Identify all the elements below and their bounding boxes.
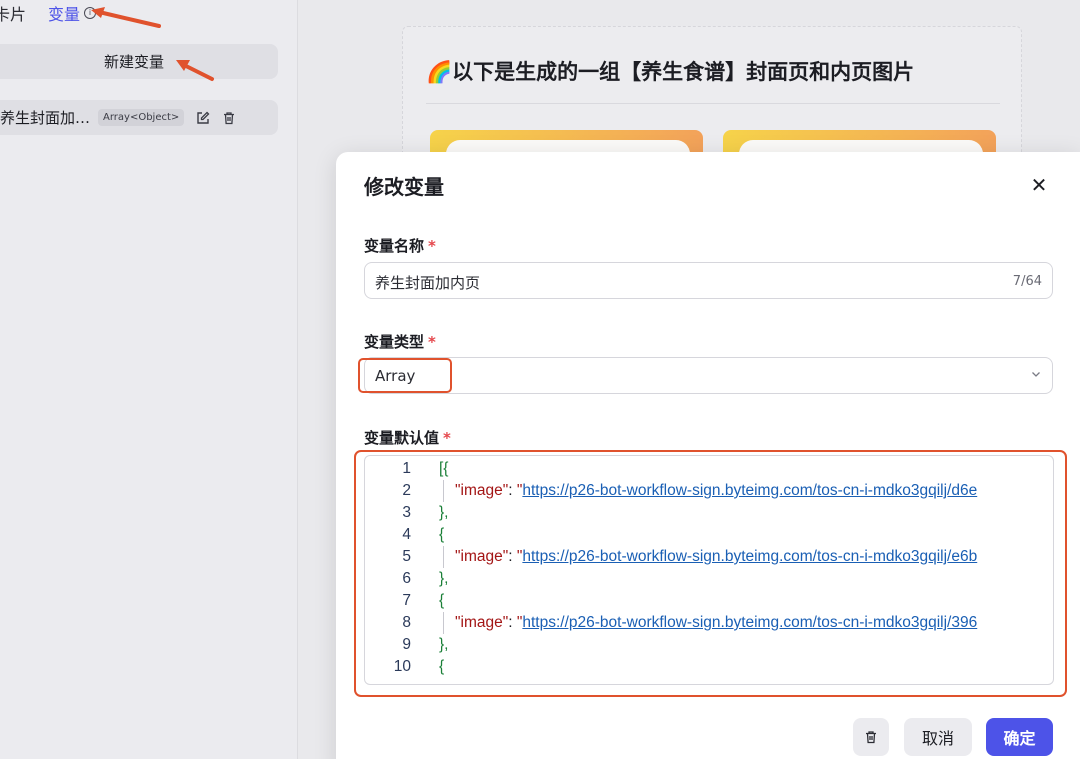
type-label: 变量类型 * xyxy=(364,331,436,352)
required-mark: * xyxy=(428,237,436,255)
confirm-button[interactable]: 确定 xyxy=(986,718,1053,756)
variable-name-value: 养生封面加内页 xyxy=(375,274,481,292)
variables-panel: 卡片 变量 i 新建变量 养生封面加… Array<Object> xyxy=(0,0,298,759)
char-counter: 7/64 xyxy=(1012,274,1042,289)
annotation-arrow-tab xyxy=(91,7,161,28)
annotation-arrow-new xyxy=(176,60,214,81)
type-label-text: 变量类型 xyxy=(364,333,425,351)
trash-icon[interactable] xyxy=(222,111,236,125)
default-label-text: 变量默认值 xyxy=(364,429,440,447)
tab-variables-label: 变量 xyxy=(48,5,81,24)
required-mark: * xyxy=(443,429,451,447)
annotation-highlight-editor xyxy=(354,450,1067,697)
new-variable-button[interactable]: 新建变量 xyxy=(0,44,278,79)
edit-icon[interactable] xyxy=(196,111,210,125)
variable-item[interactable]: 养生封面加… Array<Object> xyxy=(0,100,278,135)
delete-button[interactable] xyxy=(853,718,889,756)
dialog-title: 修改变量 xyxy=(364,175,444,199)
divider xyxy=(426,103,1000,104)
cancel-button[interactable]: 取消 xyxy=(904,718,972,756)
name-label-text: 变量名称 xyxy=(364,237,425,255)
chevron-down-icon xyxy=(1032,372,1040,377)
variable-name: 养生封面加… xyxy=(0,109,91,127)
trash-icon xyxy=(866,731,876,744)
tab-cards[interactable]: 卡片 xyxy=(0,1,26,25)
variable-name-input[interactable]: 养生封面加内页 7/64 xyxy=(364,262,1053,299)
edit-variable-dialog: 修改变量 ✕ 变量名称 * 养生封面加内页 7/64 变量类型 * Array 变量… xyxy=(336,152,1080,759)
close-icon[interactable]: ✕ xyxy=(1028,174,1050,196)
annotation-highlight-type xyxy=(358,358,452,393)
default-label: 变量默认值 * xyxy=(364,427,451,448)
variable-type-badge: Array<Object> xyxy=(98,109,185,126)
name-label: 变量名称 * xyxy=(364,235,436,256)
variable-type-select[interactable]: Array xyxy=(364,357,1053,394)
required-mark: * xyxy=(428,333,436,351)
preview-title: 🌈以下是生成的一组【养生食谱】封面页和内页图片 xyxy=(426,60,915,84)
